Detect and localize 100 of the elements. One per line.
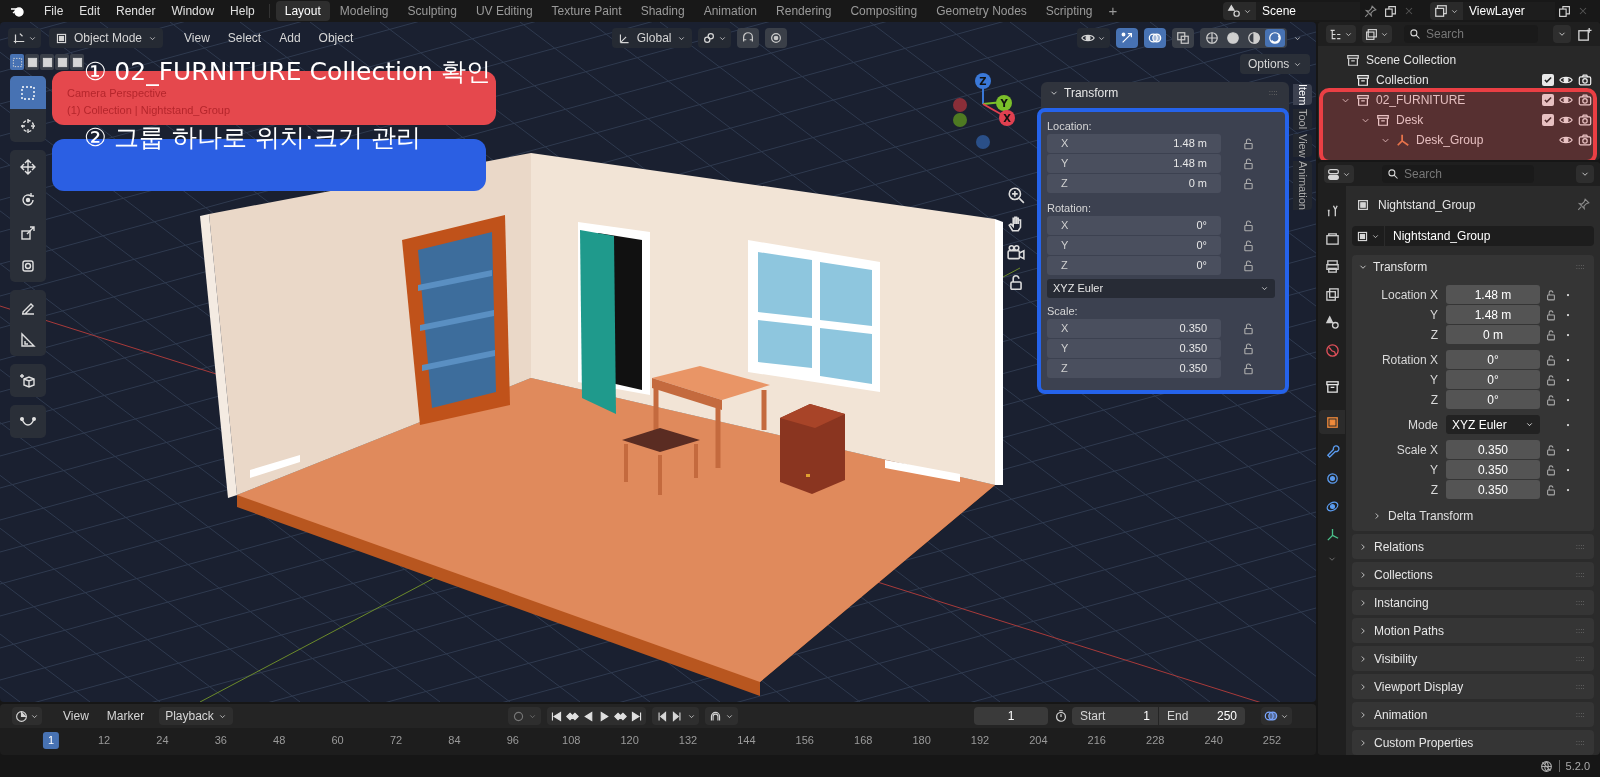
search-field[interactable]: Search bbox=[1382, 165, 1534, 183]
new-collection-icon[interactable] bbox=[1577, 26, 1592, 42]
number-field[interactable]: X 1.48 m bbox=[1047, 134, 1221, 153]
camera-icon[interactable] bbox=[1007, 244, 1025, 262]
number-field[interactable]: 0° bbox=[1446, 350, 1540, 369]
unlocked-padlock-icon[interactable] bbox=[1545, 443, 1557, 456]
pivot-dropdown[interactable] bbox=[698, 28, 732, 48]
start-frame-field[interactable]: Start 1 bbox=[1072, 707, 1158, 725]
outliner-row[interactable]: 02_FURNITURE bbox=[1318, 90, 1600, 110]
collapsed-panel[interactable]: Motion Paths bbox=[1352, 618, 1594, 643]
number-field[interactable]: X 0.350 bbox=[1047, 319, 1221, 338]
current-frame-marker[interactable]: 1 bbox=[42, 732, 60, 749]
menu-item[interactable]: Object bbox=[309, 28, 363, 48]
sidebar-tab[interactable]: Animation bbox=[1293, 161, 1312, 211]
number-field[interactable]: Y 0.350 bbox=[1047, 339, 1221, 358]
number-field[interactable]: 0.350 bbox=[1446, 440, 1540, 459]
record-button[interactable] bbox=[508, 707, 541, 725]
workspace-tab[interactable]: Layout bbox=[275, 1, 330, 21]
unlocked-padlock-icon[interactable] bbox=[1545, 393, 1557, 406]
sidebar-tab[interactable]: Item bbox=[1293, 84, 1312, 106]
number-field[interactable]: Z 0 m bbox=[1047, 174, 1221, 193]
collapsed-panel[interactable]: Animation bbox=[1352, 702, 1594, 727]
menu-item[interactable]: View bbox=[175, 28, 219, 48]
select-invert-button[interactable] bbox=[55, 54, 69, 70]
datablock-name-field[interactable]: Nightstand_Group bbox=[1385, 226, 1594, 247]
workspace-tab[interactable]: Rendering bbox=[767, 1, 841, 21]
unlocked-padlock-icon[interactable] bbox=[1545, 373, 1557, 386]
options-dropdown[interactable]: Options bbox=[1240, 54, 1311, 74]
camera-icon[interactable] bbox=[1578, 133, 1592, 147]
copy-icon[interactable] bbox=[1384, 4, 1397, 18]
number-field[interactable]: 1.48 m bbox=[1446, 305, 1540, 324]
filter-dropdown[interactable] bbox=[1362, 25, 1392, 43]
unlocked-padlock-icon[interactable] bbox=[1545, 353, 1557, 366]
checkbox[interactable] bbox=[1542, 74, 1554, 86]
overlay-dropdown[interactable] bbox=[1261, 707, 1292, 725]
magnet-toggle[interactable] bbox=[737, 28, 760, 48]
search-field[interactable]: Search bbox=[1404, 25, 1538, 43]
stopwatch-icon[interactable] bbox=[1054, 709, 1068, 723]
workspace-tab[interactable]: Modeling bbox=[330, 1, 398, 21]
menu-item[interactable]: Select bbox=[218, 28, 271, 48]
menu-item[interactable]: File bbox=[36, 1, 72, 21]
rotation-mode-dropdown[interactable]: XYZ Euler bbox=[1047, 279, 1275, 298]
view-layer-selector[interactable] bbox=[1430, 2, 1463, 20]
playback-dropdown[interactable]: Playback bbox=[159, 707, 233, 725]
panel-title[interactable]: Transform bbox=[1373, 258, 1428, 276]
unlocked-padlock-icon[interactable] bbox=[1242, 342, 1255, 355]
select-box-tool[interactable] bbox=[10, 76, 46, 109]
next-key-icon[interactable] bbox=[671, 709, 684, 723]
unlocked-padlock-icon[interactable] bbox=[1545, 328, 1557, 341]
pin-icon[interactable] bbox=[1364, 4, 1377, 18]
menu-item[interactable]: View bbox=[54, 707, 98, 725]
sidebar-tab[interactable]: View bbox=[1293, 133, 1312, 158]
workspace-tab[interactable]: UV Editing bbox=[466, 1, 542, 21]
editor-type-button[interactable] bbox=[8, 28, 41, 48]
number-field[interactable]: 0° bbox=[1446, 370, 1540, 389]
view-layer-name-field[interactable]: ViewLayer bbox=[1463, 2, 1555, 20]
unlocked-padlock-icon[interactable] bbox=[1545, 288, 1557, 301]
number-field[interactable]: 0° bbox=[1446, 390, 1540, 409]
copy-icon[interactable] bbox=[1558, 4, 1571, 18]
pin-icon[interactable] bbox=[1577, 198, 1590, 212]
workspace-tab[interactable]: Shading bbox=[631, 1, 694, 21]
orientation-dropdown[interactable]: Global bbox=[611, 28, 693, 48]
number-field[interactable]: Y 1.48 m bbox=[1047, 154, 1221, 173]
zoom-icon[interactable] bbox=[1007, 186, 1025, 204]
collapsed-panel[interactable]: Visibility bbox=[1352, 646, 1594, 671]
unlocked-padlock-icon[interactable] bbox=[1242, 322, 1255, 335]
camera-icon[interactable] bbox=[1578, 73, 1592, 87]
add-workspace-button[interactable]: + bbox=[1102, 0, 1124, 23]
workspace-tab[interactable]: Animation bbox=[694, 1, 767, 21]
squares-toggle[interactable] bbox=[1172, 28, 1194, 48]
axis-gizmo-drawing[interactable]: Z Y X bbox=[950, 68, 1020, 152]
sidebar-tab[interactable]: Tool bbox=[1293, 109, 1312, 130]
menu-item[interactable]: Edit bbox=[71, 1, 109, 21]
unlocked-padlock-icon[interactable] bbox=[1242, 219, 1255, 232]
workspace-tab[interactable]: Sculpting bbox=[398, 1, 466, 21]
workspace-tab[interactable]: Scripting bbox=[1036, 1, 1102, 21]
number-field[interactable]: Z 0.350 bbox=[1047, 359, 1221, 378]
select-subtract-button[interactable] bbox=[40, 54, 54, 70]
collapsed-panel[interactable]: Instancing bbox=[1352, 590, 1594, 615]
visibility-dropdown[interactable] bbox=[1077, 28, 1110, 48]
scene-selector[interactable] bbox=[1223, 2, 1256, 20]
number-field[interactable]: 1.48 m bbox=[1446, 285, 1540, 304]
jump-end-icon[interactable] bbox=[630, 709, 643, 723]
subpanel-title[interactable]: Delta Transform bbox=[1388, 507, 1474, 525]
previous-key-icon[interactable] bbox=[655, 709, 668, 723]
unlocked-padlock-icon[interactable] bbox=[1545, 463, 1557, 476]
outliner-row[interactable]: Collection bbox=[1318, 70, 1600, 90]
unlocked-padlock-icon[interactable] bbox=[1242, 362, 1255, 375]
workspace-tab[interactable]: Texture Paint bbox=[542, 1, 631, 21]
unlocked-padlock-icon[interactable] bbox=[1242, 259, 1255, 272]
collapsed-panel[interactable]: Viewport Display bbox=[1352, 674, 1594, 699]
editor-type-button[interactable] bbox=[12, 707, 42, 725]
camera-icon[interactable] bbox=[1578, 93, 1592, 107]
unlocked-padlock-icon[interactable] bbox=[1545, 308, 1557, 321]
checkbox[interactable] bbox=[1542, 94, 1554, 106]
menu-item[interactable]: Render bbox=[108, 1, 164, 21]
panel-title[interactable]: Transform bbox=[1064, 84, 1119, 102]
unlocked-padlock-icon[interactable] bbox=[1242, 239, 1255, 252]
proportional-toggle[interactable] bbox=[765, 28, 788, 48]
menu-item[interactable]: Help bbox=[222, 1, 263, 21]
